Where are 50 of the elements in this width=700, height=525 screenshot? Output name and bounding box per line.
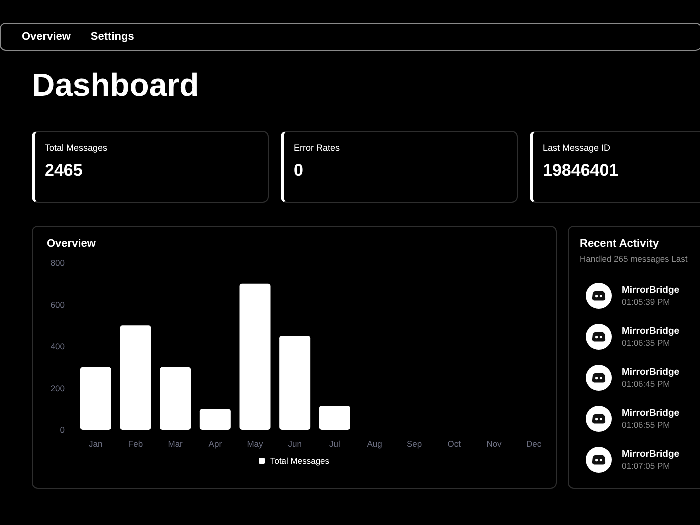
activity-time: 01:06:55 PM xyxy=(622,420,672,430)
stat-label: Total Messages xyxy=(45,143,109,153)
gamepad-icon xyxy=(586,365,612,391)
activity-time: 01:05:39 PM xyxy=(622,297,672,307)
bar xyxy=(200,409,231,430)
activity-name: MirrorBridge xyxy=(622,326,680,337)
stat-label: Last Message ID xyxy=(543,143,612,153)
gamepad-icon xyxy=(586,447,612,473)
stat-value: 19846401 xyxy=(543,161,620,181)
x-tick-label: Nov xyxy=(486,439,502,449)
panel-title: Recent Activity xyxy=(580,238,660,250)
stat-label: Error Rates xyxy=(294,143,342,153)
gamepad-icon xyxy=(586,406,612,432)
nav-link[interactable]: Overview xyxy=(22,31,71,43)
x-tick-label: Oct xyxy=(448,439,462,449)
stat-value: 2465 xyxy=(45,161,84,181)
y-tick-label: 200 xyxy=(50,383,65,394)
x-tick-label: Sep xyxy=(407,439,422,449)
activity-time: 01:06:45 PM xyxy=(622,379,672,389)
legend-label: Total Messages xyxy=(270,456,330,466)
panel-title: Overview xyxy=(47,238,97,250)
activity-time: 01:07:05 PM xyxy=(622,461,672,471)
x-tick-label: Feb xyxy=(128,439,144,449)
activity-time: 01:06:35 PM xyxy=(622,338,672,348)
nav-link[interactable]: Settings xyxy=(90,31,134,43)
activity-name: MirrorBridge xyxy=(622,367,680,378)
x-tick-label: Jan xyxy=(89,439,103,449)
bar xyxy=(80,367,112,430)
x-tick-label: Aug xyxy=(367,439,382,449)
legend-swatch xyxy=(259,458,266,464)
x-tick-label: Apr xyxy=(208,439,222,449)
activity-name: MirrorBridge xyxy=(622,285,680,296)
y-tick-label: 0 xyxy=(60,425,65,435)
y-tick-label: 600 xyxy=(50,300,65,310)
bar xyxy=(319,406,350,430)
x-tick-label: May xyxy=(247,439,264,449)
gamepad-icon xyxy=(586,283,612,309)
bar xyxy=(160,367,192,430)
x-tick-label: Dec xyxy=(526,439,542,449)
y-tick-label: 800 xyxy=(50,258,65,268)
activity-name: MirrorBridge xyxy=(622,449,680,460)
x-tick-label: Jul xyxy=(329,439,340,449)
x-tick-label: Jun xyxy=(288,439,302,449)
x-tick-label: Mar xyxy=(168,439,183,449)
panel-subtitle: Handled 265 messages Last xyxy=(580,254,689,264)
gamepad-icon xyxy=(586,324,612,350)
activity-name: MirrorBridge xyxy=(622,408,680,419)
y-tick-label: 400 xyxy=(50,342,65,352)
stat-value: 0 xyxy=(294,161,304,181)
page-title: Dashboard xyxy=(32,66,200,105)
